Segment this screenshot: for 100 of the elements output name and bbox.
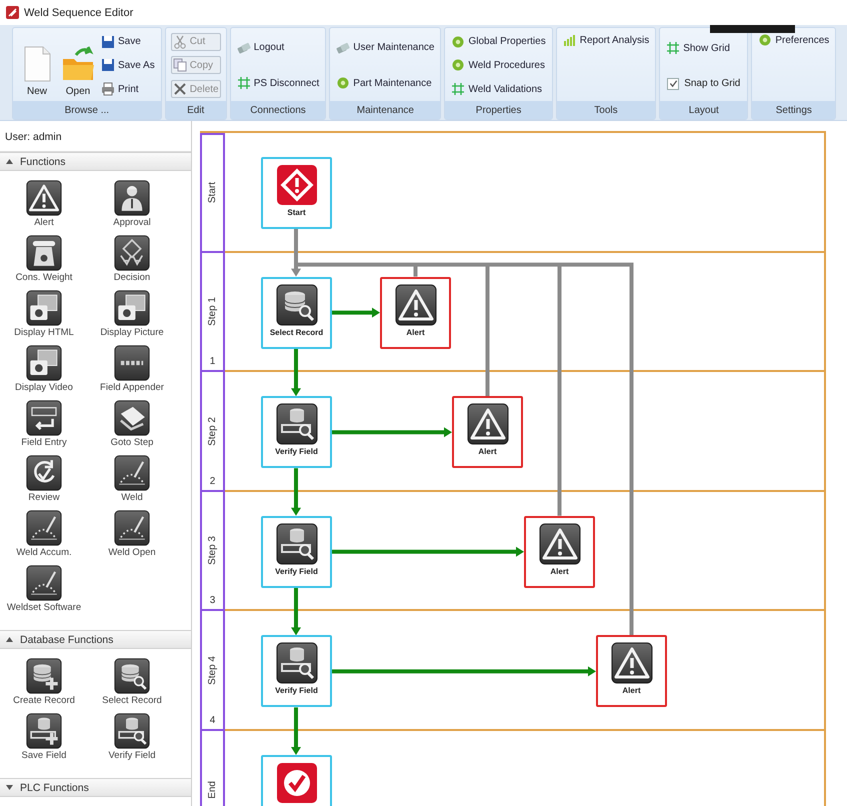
connector-arrow	[291, 468, 301, 516]
field-search-icon	[276, 642, 318, 684]
ribbon-button[interactable]: Part Maintenance	[335, 75, 436, 92]
flow-node[interactable]: Select Record	[261, 276, 332, 349]
lane-title: Start	[207, 182, 218, 204]
ribbon-button[interactable]: User Maintenance	[335, 40, 436, 56]
toolbox-item[interactable]: Approval	[88, 180, 176, 231]
group-label: Edit	[166, 101, 226, 119]
toolbox-item[interactable]: Decision	[88, 235, 176, 286]
field-search-icon	[276, 522, 318, 565]
field-add-icon	[26, 713, 62, 749]
lane-title: End	[207, 780, 218, 799]
flow-node[interactable]: Alert	[452, 396, 523, 468]
connector-arrow	[291, 348, 301, 396]
toolbox-item[interactable]: Display Picture	[88, 290, 176, 341]
flow-node[interactable]: Alert	[380, 276, 451, 349]
group-label: Properties	[445, 101, 552, 119]
welding-torch-icon	[26, 510, 62, 546]
lane-title: Step 1	[207, 296, 218, 326]
camera-icon	[26, 345, 62, 381]
toolbox-item[interactable]: Display HTML	[0, 290, 88, 341]
flow-node[interactable]: Alert	[596, 635, 667, 708]
enter-key-icon	[26, 400, 62, 436]
toolbox-item[interactable]: Goto Step	[88, 400, 176, 451]
toolbox-item[interactable]: Weld	[88, 455, 176, 506]
ribbon-button[interactable]: New	[18, 32, 56, 99]
gear-icon	[336, 76, 350, 90]
lane-title: Step 2	[207, 416, 218, 446]
x-icon	[172, 82, 187, 96]
lane-title: Step 4	[207, 656, 218, 685]
toolbox-item[interactable]: Select Record	[88, 658, 176, 709]
toolbox-item[interactable]: Review	[0, 455, 88, 506]
ribbon-button[interactable]: Open	[59, 32, 97, 99]
warning-icon	[610, 642, 652, 684]
toolbox-item[interactable]: Field Entry	[0, 400, 88, 451]
flow-node[interactable]: Verify Field	[261, 516, 332, 588]
section-header[interactable]: Functions	[0, 152, 191, 171]
section-header[interactable]: PLC Functions	[0, 778, 191, 797]
toolbox-item[interactable]: Verify Field	[88, 713, 176, 764]
scale-icon	[26, 235, 62, 271]
welding-torch-icon	[114, 510, 150, 546]
toolbox-item[interactable]: Alert	[0, 180, 88, 231]
caret-icon	[6, 785, 13, 790]
gear-icon	[451, 34, 466, 49]
toolbox-item[interactable]: Create Record	[0, 658, 88, 709]
ribbon-button[interactable]: Print	[100, 81, 156, 98]
flow-node[interactable]: Start	[261, 157, 332, 229]
copy-icon	[172, 58, 187, 72]
text-tile-icon	[114, 345, 150, 381]
lane-number: 4	[210, 714, 216, 726]
flow-node[interactable]: Verify Field	[261, 635, 332, 708]
warning-icon	[538, 522, 580, 565]
flow-node[interactable]	[261, 755, 332, 806]
ribbon-button[interactable]: PS Disconnect	[236, 75, 320, 92]
welding-torch-icon	[114, 455, 150, 491]
caret-icon	[6, 159, 13, 164]
toolbox-item[interactable]: Field Appender	[88, 345, 176, 396]
group-label: Settings	[752, 101, 836, 119]
lane-number: 2	[210, 476, 216, 487]
ribbon-button[interactable]: Show Grid	[665, 40, 742, 56]
ribbon-button[interactable]: Report Analysis	[562, 32, 650, 48]
group-label: Connections	[230, 101, 326, 119]
database-add-icon	[26, 658, 62, 694]
toolbox-item[interactable]: Display Video	[0, 345, 88, 396]
database-search-icon	[114, 658, 150, 694]
printer-icon	[101, 82, 115, 96]
toolbox-item[interactable]: Save Field	[0, 713, 88, 764]
section-header[interactable]: Database Functions	[0, 630, 191, 649]
group-label: Maintenance	[330, 101, 440, 119]
flow-node[interactable]: Verify Field	[261, 396, 332, 468]
checkmark-icon	[276, 762, 318, 804]
database-search-icon	[276, 284, 318, 326]
ribbon-button[interactable]: Weld Procedures	[450, 57, 547, 74]
toolbox-item[interactable]: Cons. Weight	[0, 235, 88, 286]
lane-title: Step 3	[207, 536, 218, 566]
camera-icon	[114, 290, 150, 326]
ribbon-button[interactable]: Logout	[236, 40, 320, 56]
field-search-icon	[114, 713, 150, 749]
caret-icon	[6, 637, 13, 642]
toolbox-item[interactable]: Weld Accum.	[0, 510, 88, 561]
toolbox-item[interactable]: Weld Open	[88, 510, 176, 561]
grid-icon	[451, 82, 466, 96]
grid-icon	[236, 76, 251, 90]
ribbon-button[interactable]: Save As	[100, 57, 156, 74]
camera-icon	[26, 290, 62, 326]
ribbon-button[interactable]: Global Properties	[450, 34, 547, 50]
checkbox-label[interactable]: Snap to Grid	[684, 78, 740, 90]
toolbox-item[interactable]: Weldset Software	[0, 565, 88, 616]
connector-arrow	[291, 707, 301, 755]
ribbon-button[interactable]: Weld Validations	[450, 81, 547, 98]
window-title: Weld Sequence Editor	[24, 6, 134, 18]
gear-icon	[758, 33, 772, 47]
ribbon-button[interactable]: Preferences	[757, 32, 830, 48]
scissors-icon	[172, 34, 187, 49]
start-icon	[276, 164, 318, 206]
ribbon-button[interactable]: Save	[100, 34, 156, 50]
gear-icon	[451, 58, 466, 72]
field-search-icon	[276, 403, 318, 446]
flow-node[interactable]: Alert	[524, 516, 595, 588]
checkbox[interactable]	[667, 78, 680, 90]
